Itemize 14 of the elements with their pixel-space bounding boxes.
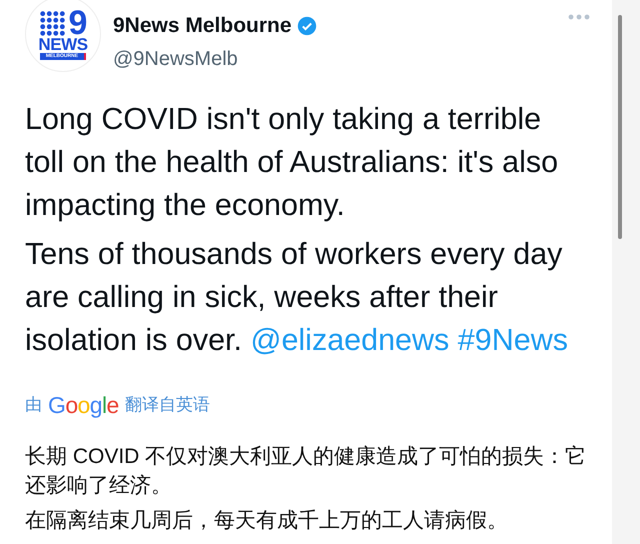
- translation-prefix: 由: [25, 394, 42, 416]
- account-handle[interactable]: @9NewsMelb: [113, 44, 568, 74]
- translation-source: 翻译自英语: [124, 394, 210, 416]
- translated-text: 长期 COVID 不仅对澳大利亚人的健康造成了可怕的损失：它还影响了经济。: [25, 444, 588, 498]
- more-options-icon[interactable]: [568, 14, 590, 20]
- tweet-text: Long COVID isn't only taking a terrible toll on the health of Australians: it's also impacting the economy.: [25, 100, 560, 224]
- translated-text: 在隔离结束几周后，每天有成千上万的工人请病假。: [25, 508, 509, 534]
- dots-icon: [38, 8, 67, 36]
- tweet-text: Tens of thousands of workers every day are calling in sick, weeks after their isolation is over. @elizaednews #9News: [25, 236, 569, 358]
- google-logo[interactable]: Google: [48, 392, 119, 418]
- account-name[interactable]: 9News Melbourne: [113, 10, 292, 42]
- logo-word: NEWS: [38, 36, 88, 52]
- scrollbar[interactable]: [618, 15, 622, 239]
- logo-numeral: 9: [68, 8, 88, 36]
